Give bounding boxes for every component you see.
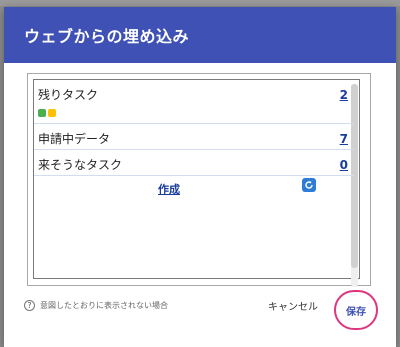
save-button[interactable]: 保存 <box>334 290 378 330</box>
dialog-header: ウェブからの埋め込み <box>4 7 396 63</box>
row-label: 残りタスク <box>38 88 99 102</box>
dialog-title: ウェブからの埋め込み <box>24 27 190 46</box>
refresh-icon <box>305 180 313 189</box>
list-item: 来そうなタスク 0 <box>34 156 354 173</box>
list-item: 残りタスク 2 <box>34 86 354 103</box>
row-divider <box>34 175 354 176</box>
embed-preview-frame: 残りタスク 2 申請中データ 7 来そうなタスク 0 作成 <box>27 73 371 287</box>
background-toolbar <box>0 0 400 6</box>
row-count-link[interactable]: 2 <box>340 88 348 102</box>
list-item: 申請中データ 7 <box>34 130 354 147</box>
help-icon: ? <box>24 300 35 311</box>
row-count-link[interactable]: 7 <box>340 132 348 146</box>
status-dot-green <box>38 109 46 117</box>
row-label: 申請中データ <box>38 132 111 146</box>
row-divider <box>34 123 354 124</box>
help-text: 意図したとおりに表示されない場合 <box>40 301 168 310</box>
refresh-button[interactable] <box>302 178 316 192</box>
create-link[interactable]: 作成 <box>158 181 180 197</box>
row-label: 来そうなタスク <box>38 158 123 172</box>
row-count-link[interactable]: 0 <box>340 158 348 172</box>
cancel-button[interactable]: キャンセル <box>268 298 318 313</box>
display-help-link[interactable]: ? 意図したとおりに表示されない場合 <box>24 300 168 311</box>
scrollbar-thumb[interactable] <box>351 84 358 268</box>
embed-preview-content[interactable]: 残りタスク 2 申請中データ 7 来そうなタスク 0 作成 <box>33 79 360 287</box>
row-divider <box>34 149 354 150</box>
status-indicators <box>38 109 56 117</box>
status-dot-yellow <box>48 109 56 117</box>
